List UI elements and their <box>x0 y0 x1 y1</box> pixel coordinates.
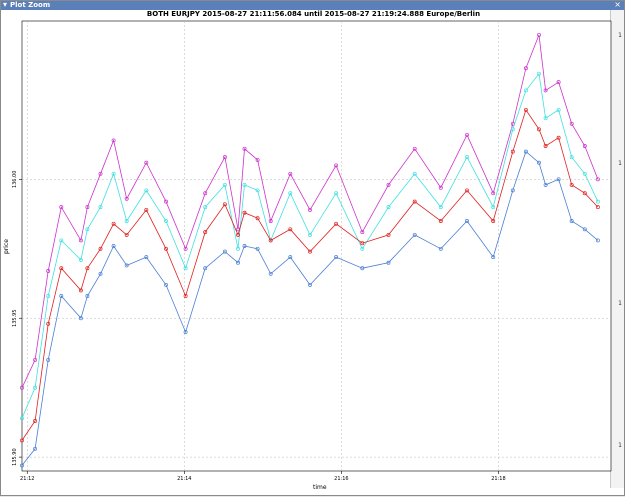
x-tick-label: 21:16 <box>334 476 348 482</box>
price-chart: 21:12 21:14 21:16 21:18 135.90 135.95 136.00 <box>12 20 612 482</box>
y-tick-label: 135.95 <box>12 309 18 327</box>
y-tick-label: 136.00 <box>12 171 18 189</box>
plot-zoom-window: ▾ Plot Zoom × BOTH EURJPY 2015-08-27 21:… <box>0 0 625 496</box>
x-tick-label: 21:18 <box>491 476 505 482</box>
y-tick-label: 135.90 <box>12 448 18 466</box>
x-tick-label: 21:14 <box>177 476 191 482</box>
plot-frame <box>21 20 612 472</box>
x-tick-label: 21:12 <box>20 476 34 482</box>
